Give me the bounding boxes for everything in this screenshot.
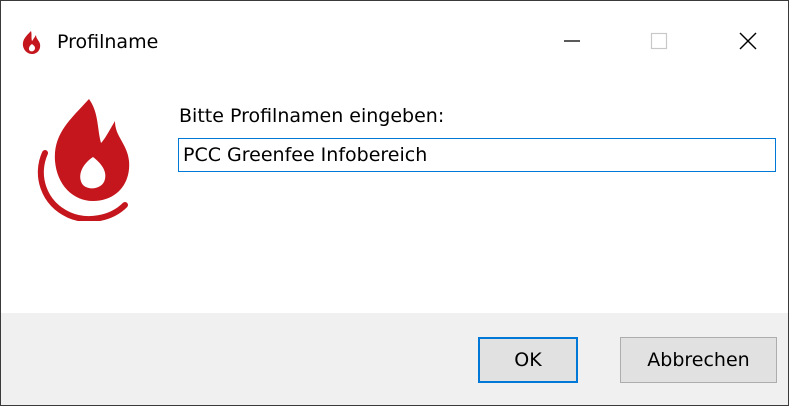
minimize-button[interactable] <box>549 23 595 59</box>
profile-name-dialog: Profilname Bitte Profilnamen eingeben: P… <box>0 0 789 406</box>
ok-button[interactable]: OK <box>478 337 578 383</box>
window-title: Profilname <box>57 31 159 53</box>
flame-logo-icon <box>31 91 141 223</box>
close-button[interactable] <box>725 23 771 59</box>
close-icon <box>739 32 757 50</box>
cancel-button[interactable]: Abbrechen <box>620 337 777 383</box>
profile-name-prompt: Bitte Profilnamen eingeben: <box>179 105 445 127</box>
dialog-content: Bitte Profilnamen eingeben: <box>1 81 788 313</box>
minimize-icon <box>564 40 580 42</box>
maximize-button[interactable] <box>636 23 682 59</box>
button-bar: OK Abbrechen <box>1 313 788 405</box>
title-bar[interactable]: Profilname <box>1 1 788 81</box>
maximize-icon <box>650 32 668 50</box>
flame-icon <box>17 28 45 56</box>
profile-name-input[interactable] <box>178 138 776 172</box>
